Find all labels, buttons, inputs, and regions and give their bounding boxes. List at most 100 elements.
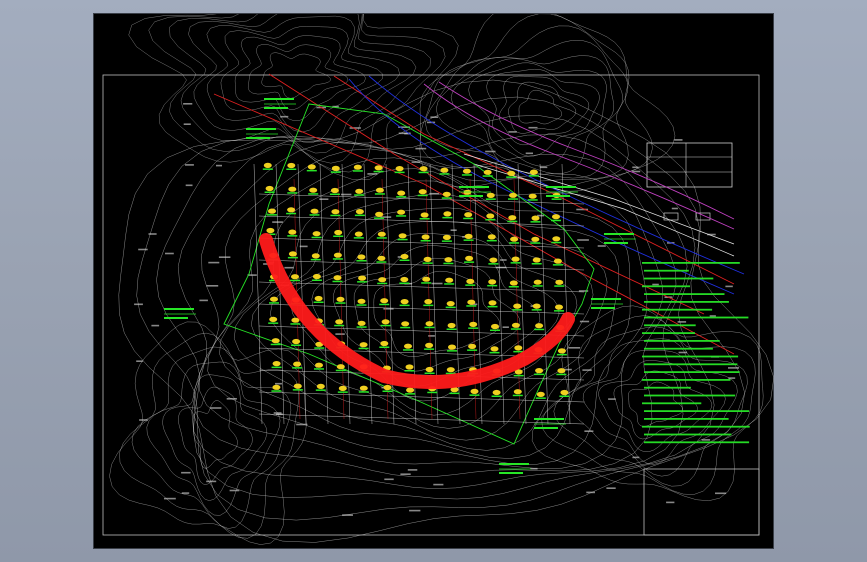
design-note-line bbox=[644, 410, 750, 412]
grid-point-marker-icon bbox=[508, 215, 517, 221]
grid-point-tag bbox=[358, 347, 369, 350]
grid-point-marker-icon bbox=[400, 299, 409, 305]
grid-point-marker-icon bbox=[395, 166, 404, 172]
grid-point-tag bbox=[400, 326, 411, 329]
elevation-label-mark bbox=[725, 285, 733, 288]
grid-point-tag bbox=[335, 369, 346, 372]
elevation-label-mark bbox=[134, 303, 143, 306]
grid-point-tag bbox=[439, 173, 450, 175]
grid-point-marker-icon bbox=[464, 212, 473, 218]
design-note-line bbox=[642, 285, 690, 288]
grid-point-marker-icon bbox=[378, 277, 387, 283]
design-note-line bbox=[642, 308, 713, 311]
grid-point-marker-icon bbox=[555, 279, 564, 285]
callout-text-mark bbox=[534, 427, 558, 429]
design-note-line bbox=[644, 363, 738, 366]
callout-text-mark bbox=[246, 137, 270, 139]
grid-point-tag bbox=[358, 391, 369, 393]
grid-point-tag bbox=[287, 192, 298, 194]
grid-point-tag bbox=[463, 239, 474, 241]
grid-point-tag bbox=[487, 305, 498, 308]
grid-point-tag bbox=[528, 175, 539, 177]
grid-point-marker-icon bbox=[528, 193, 537, 199]
grid-point-marker-icon bbox=[380, 298, 389, 304]
grid-point-marker-icon bbox=[383, 384, 392, 391]
elevation-label-mark bbox=[632, 170, 641, 173]
grid-point-marker-icon bbox=[354, 231, 363, 237]
grid-point-marker-icon bbox=[311, 253, 320, 259]
grid-line-vertical bbox=[495, 163, 505, 425]
grid-point-marker-icon bbox=[309, 187, 318, 193]
grid-point-tag bbox=[292, 389, 303, 391]
grid-point-marker-icon bbox=[514, 345, 523, 351]
grid-point-marker-icon bbox=[464, 233, 473, 239]
grid-point-marker-icon bbox=[375, 187, 384, 193]
grid-point-marker-icon bbox=[314, 295, 323, 302]
grid-point-marker-icon bbox=[470, 388, 479, 394]
grid-point-marker-icon bbox=[440, 167, 449, 173]
grid-point-tag bbox=[287, 235, 298, 237]
grid-point-tag bbox=[427, 391, 438, 394]
grid-point-tag bbox=[292, 367, 303, 369]
grid-point-marker-icon bbox=[531, 215, 540, 221]
design-note-line bbox=[644, 316, 749, 319]
grid-point-marker-icon bbox=[336, 364, 345, 370]
grid-point-tag bbox=[532, 285, 543, 287]
building-symbol bbox=[695, 212, 711, 221]
grid-point-marker-icon bbox=[397, 190, 406, 196]
grid-point-tag bbox=[357, 281, 368, 283]
grid-point-marker-icon bbox=[312, 231, 321, 237]
grid-point-tag bbox=[554, 310, 564, 312]
grid-point-marker-icon bbox=[422, 276, 431, 282]
grid-point-marker-icon bbox=[424, 299, 433, 305]
grid-point-marker-icon bbox=[398, 233, 407, 239]
callout-text-mark bbox=[264, 98, 294, 100]
grid-point-marker-icon bbox=[375, 211, 384, 217]
grid-point-marker-icon bbox=[469, 321, 478, 327]
grid-point-marker-icon bbox=[507, 170, 516, 176]
contour-line bbox=[206, 15, 400, 143]
grid-point-tag bbox=[510, 262, 521, 264]
building-symbol bbox=[663, 212, 679, 221]
grid-point-marker-icon bbox=[355, 188, 364, 194]
grid-point-marker-icon bbox=[552, 214, 560, 220]
grid-point-marker-icon bbox=[287, 162, 296, 169]
grid-point-tag bbox=[334, 324, 345, 327]
grid-point-marker-icon bbox=[462, 168, 471, 174]
elevation-label-mark bbox=[579, 320, 590, 323]
grid-point-tag bbox=[442, 216, 453, 219]
grid-point-tag bbox=[290, 323, 301, 325]
road-magenta-line bbox=[438, 81, 735, 220]
cad-drawing-canvas[interactable] bbox=[93, 13, 775, 549]
callout-text-mark bbox=[546, 195, 570, 197]
grid-point-marker-icon bbox=[513, 389, 522, 395]
grid-line-vertical bbox=[561, 163, 571, 425]
grid-point-marker-icon bbox=[467, 299, 476, 305]
grid-point-marker-icon bbox=[425, 321, 434, 327]
elevation-label-mark bbox=[139, 419, 148, 421]
elevation-label-mark bbox=[206, 480, 217, 483]
grid-point-tag bbox=[441, 240, 452, 242]
road-blue-line bbox=[348, 78, 735, 295]
grid-point-marker-icon bbox=[293, 361, 302, 367]
elevation-label-mark bbox=[384, 478, 394, 481]
grid-point-marker-icon bbox=[271, 338, 280, 344]
elevation-label-mark bbox=[407, 469, 418, 471]
elevation-label-mark bbox=[181, 471, 191, 474]
grid-point-marker-icon bbox=[419, 166, 428, 172]
contour-line bbox=[518, 89, 563, 125]
elevation-label-mark bbox=[586, 491, 595, 494]
grid-point-marker-icon bbox=[488, 300, 497, 306]
grid-point-marker-icon bbox=[292, 338, 301, 345]
grid-point-marker-icon bbox=[444, 257, 453, 263]
grid-point-marker-icon bbox=[336, 296, 345, 302]
grid-point-tag bbox=[352, 170, 363, 172]
elevation-label-mark bbox=[709, 315, 716, 317]
grid-point-tag bbox=[335, 302, 346, 304]
grid-point-marker-icon bbox=[269, 316, 278, 322]
grid-point-tag bbox=[314, 347, 325, 349]
grid-point-marker-icon bbox=[334, 229, 343, 236]
grid-point-tag bbox=[399, 259, 410, 261]
elevation-label-mark bbox=[199, 299, 208, 302]
grid-point-marker-icon bbox=[448, 344, 456, 350]
